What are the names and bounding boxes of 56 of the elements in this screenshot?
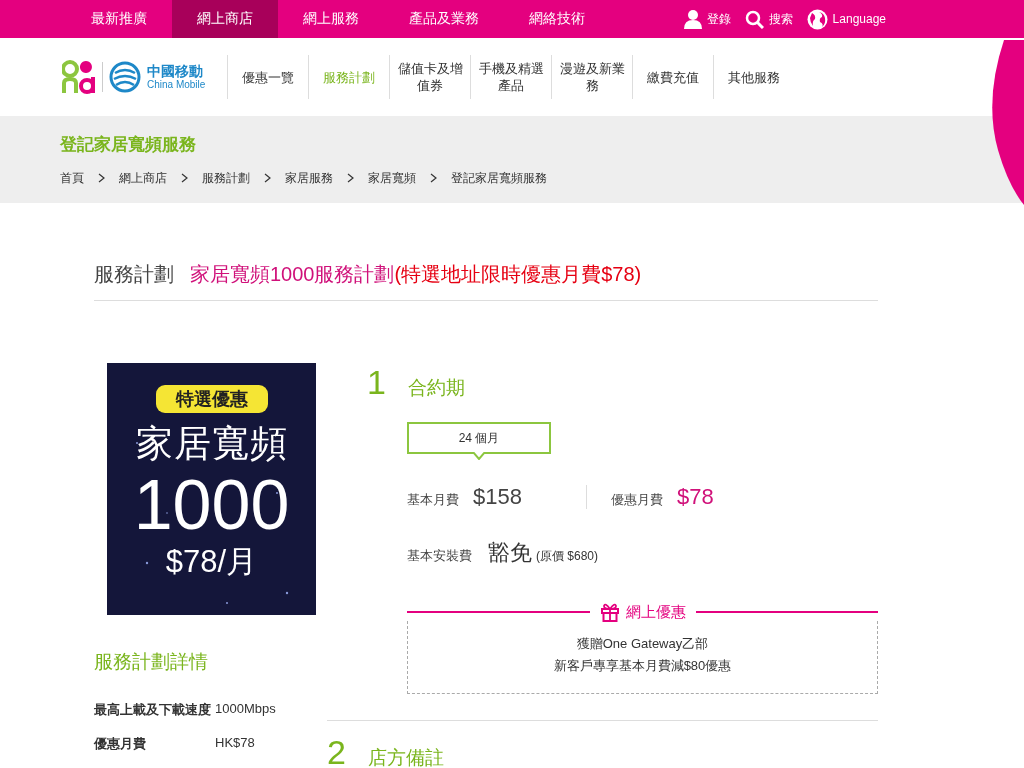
detail-label: 最高上載及下載速度 bbox=[94, 701, 212, 719]
top-nav-tab[interactable]: 網上服務 bbox=[278, 0, 384, 38]
step-number: 1 bbox=[367, 363, 386, 402]
gift-icon bbox=[599, 602, 620, 622]
swirl-logo-icon bbox=[109, 61, 141, 93]
top-nav-tab[interactable]: 產品及業務 bbox=[384, 0, 504, 38]
offer-title: 網上優惠 bbox=[625, 602, 686, 622]
banner-speed: 1000 bbox=[133, 469, 290, 541]
contract-option[interactable]: 24 個月 bbox=[407, 422, 551, 454]
fee-label: 基本月費 bbox=[407, 491, 459, 509]
detail-label: 優惠月費 bbox=[94, 735, 147, 753]
plan-label: 服務計劃 bbox=[94, 262, 174, 287]
main-nav-item[interactable]: 漫遊及新業務 bbox=[551, 55, 633, 99]
banner-tag: 特選優惠 bbox=[155, 385, 268, 413]
fee-label: 基本安裝費 bbox=[407, 547, 472, 565]
fee-value: $78 bbox=[676, 484, 714, 510]
top-nav-tab[interactable]: 網上商店 bbox=[172, 0, 278, 38]
globe-icon bbox=[806, 8, 828, 30]
logo-icon bbox=[62, 59, 96, 95]
step-title: 合約期 bbox=[407, 376, 465, 400]
step-title: 店方備註 bbox=[367, 746, 444, 768]
breadcrumb-link[interactable]: 登記家居寬頻服務 bbox=[451, 170, 547, 187]
breadcrumb-link[interactable]: 家居服務 bbox=[285, 170, 333, 187]
banner-title: 家居寬頻 bbox=[135, 422, 288, 466]
banner-price: $78/月 bbox=[165, 543, 258, 581]
search-icon bbox=[744, 9, 764, 29]
main-nav-item[interactable]: 儲值卡及增值券 bbox=[389, 55, 471, 99]
top-nav-link[interactable]: 搜索 bbox=[768, 10, 793, 28]
step-number: 2 bbox=[327, 733, 346, 768]
pointer-notch-icon bbox=[473, 452, 485, 460]
fee-value: $158 bbox=[473, 484, 522, 510]
offer-line: 新客戶專享基本月費減$80優惠 bbox=[553, 657, 732, 675]
top-nav-tab[interactable]: 最新推廣 bbox=[66, 0, 172, 38]
offer-line: 獲贈One Gateway乙部 bbox=[576, 635, 709, 653]
main-nav-item[interactable]: 其他服務 bbox=[713, 55, 795, 99]
breadcrumb-link[interactable]: 服務計劃 bbox=[202, 170, 250, 187]
brand-name: 中國移動 bbox=[147, 63, 204, 79]
top-nav-link[interactable]: 登錄 bbox=[706, 10, 731, 28]
user-icon bbox=[683, 9, 702, 29]
top-nav-tab[interactable]: 網絡技術 bbox=[504, 0, 610, 38]
detail-value: HK$78 bbox=[215, 735, 255, 752]
main-nav-item[interactable]: 繳費充值 bbox=[632, 55, 714, 99]
fee-note: (原價 $680) bbox=[536, 548, 599, 565]
fee-value: 豁免 bbox=[488, 539, 532, 567]
details-title: 服務計劃詳情 bbox=[94, 650, 209, 674]
main-nav-item[interactable]: 優惠一覽 bbox=[227, 55, 309, 99]
breadcrumb-link[interactable]: 網上商店 bbox=[119, 170, 167, 187]
breadcrumb-link[interactable]: 首頁 bbox=[60, 170, 84, 187]
detail-value: 1000Mbps bbox=[215, 701, 276, 718]
main-nav-item[interactable]: 手機及精選產品 bbox=[470, 55, 552, 99]
plan-name: 家居寬頻1000服務計劃(特選地址限時優惠月費$78) bbox=[190, 262, 642, 287]
fee-label: 優惠月費 bbox=[610, 491, 663, 509]
breadcrumb-link[interactable]: 家居寬頻 bbox=[368, 170, 416, 187]
top-nav-link[interactable]: Language bbox=[832, 12, 886, 26]
page-title: 登記家居寬頻服務 bbox=[60, 134, 197, 156]
brand-name-english: China Mobile bbox=[147, 79, 206, 91]
